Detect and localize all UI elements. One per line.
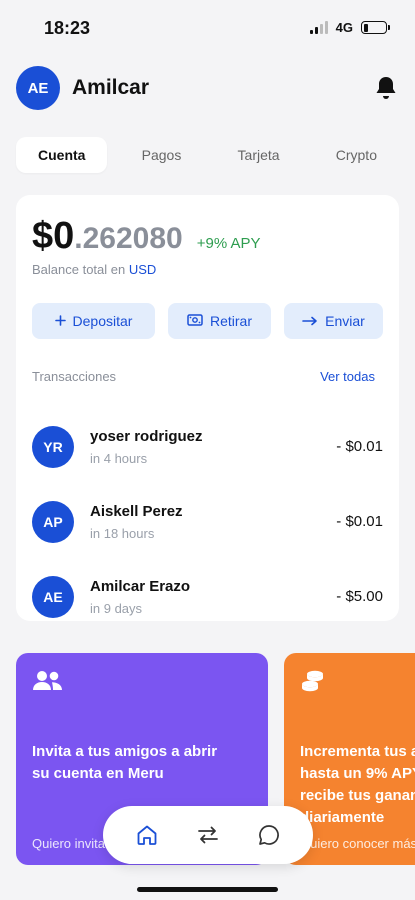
transaction-amount: - $0.01 <box>336 438 383 455</box>
chat-icon[interactable] <box>249 815 289 855</box>
promo-invite-line1: Invita a tus amigos a abrir <box>32 743 218 760</box>
signal-icon <box>309 21 328 34</box>
battery-icon <box>361 21 390 34</box>
transfer-icon[interactable] <box>188 815 228 855</box>
tab-pagos[interactable]: Pagos <box>120 137 204 173</box>
view-all-link[interactable]: Ver todas <box>320 369 375 384</box>
arrow-right-icon <box>302 313 318 329</box>
transactions-header: Transacciones Ver todas <box>32 369 375 384</box>
transaction-name: yoser rodriguez <box>90 427 203 445</box>
balance: $0 .262080 +9% APY <box>32 215 261 258</box>
home-icon[interactable] <box>127 815 167 855</box>
promo-savings-line2: hasta un 9% APY y <box>300 765 415 782</box>
status-time: 18:23 <box>44 18 91 38</box>
promo-savings-line3: recibe tus ganancias <box>300 787 415 804</box>
transaction-row[interactable]: AE Amilcar Erazo in 9 days - $5.00 <box>32 559 383 634</box>
currency-link[interactable]: USD <box>129 262 156 277</box>
balance-caption-text: Balance total en <box>32 262 126 277</box>
transaction-time: in 18 hours <box>90 525 155 541</box>
action-buttons: Depositar Retirar Enviar <box>32 303 383 339</box>
account-card: $0 .262080 +9% APY Balance total en USD … <box>16 195 399 621</box>
withdraw-label: Retirar <box>209 313 252 329</box>
cash-icon <box>187 313 203 329</box>
header: AE Amilcar <box>16 66 399 110</box>
bell-icon[interactable] <box>373 75 399 101</box>
plus-icon <box>54 313 66 329</box>
status-indicators: 4G <box>309 20 390 35</box>
transaction-avatar: AP <box>32 500 74 543</box>
transaction-avatar: AE <box>32 575 74 618</box>
coins-icon <box>300 669 326 700</box>
promo-savings-link[interactable]: Quiero conocer más <box>300 836 415 851</box>
avatar[interactable]: AE <box>16 66 60 110</box>
balance-integer: $0 <box>32 215 75 257</box>
promo-savings-line1: Incrementa tus ahorros <box>300 743 415 760</box>
transaction-row[interactable]: YR yoser rodriguez in 4 hours - $0.01 <box>32 409 383 484</box>
balance-decimals: .262080 <box>74 222 183 255</box>
apy-badge: +9% APY <box>196 235 261 252</box>
transaction-amount: - $5.00 <box>336 588 383 605</box>
transaction-avatar: YR <box>32 425 74 468</box>
username: Amilcar <box>72 76 150 99</box>
network-label: 4G <box>335 20 353 35</box>
transaction-name: Aiskell Perez <box>90 502 183 520</box>
transaction-info: yoser rodriguez in 4 hours <box>90 428 336 466</box>
deposit-label: Depositar <box>72 313 133 329</box>
tab-tarjeta[interactable]: Tarjeta <box>216 137 302 173</box>
bottom-nav <box>103 806 313 864</box>
transaction-info: Aiskell Perez in 18 hours <box>90 503 336 541</box>
transactions-list: YR yoser rodriguez in 4 hours - $0.01 AP… <box>32 409 383 634</box>
transaction-name: Amilcar Erazo <box>90 577 191 595</box>
transaction-time: in 4 hours <box>90 450 148 466</box>
tab-bar: Cuenta Pagos Tarjeta Crypto <box>16 136 399 174</box>
deposit-button[interactable]: Depositar <box>32 303 155 339</box>
send-button[interactable]: Enviar <box>284 303 383 339</box>
transactions-title: Transacciones <box>32 369 117 384</box>
send-label: Enviar <box>325 313 365 329</box>
transaction-row[interactable]: AP Aiskell Perez in 18 hours - $0.01 <box>32 484 383 559</box>
promo-invite-line2: su cuenta en Meru <box>32 765 164 782</box>
users-icon <box>32 669 64 698</box>
withdraw-button[interactable]: Retirar <box>168 303 271 339</box>
promo-savings-text: Incrementa tus ahorros hasta un 9% APY y… <box>300 741 415 829</box>
tab-cuenta[interactable]: Cuenta <box>16 137 108 173</box>
transaction-amount: - $0.01 <box>336 513 383 530</box>
transaction-time: in 9 days <box>90 600 143 616</box>
home-indicator <box>137 887 278 892</box>
transaction-info: Amilcar Erazo in 9 days <box>90 578 336 616</box>
tab-crypto[interactable]: Crypto <box>314 137 399 173</box>
balance-caption: Balance total en USD <box>32 262 156 277</box>
status-bar: 18:23 4G <box>0 0 415 54</box>
promo-savings-line4: diariamente <box>300 809 385 826</box>
promo-invite-link[interactable]: Quiero invitar <box>32 836 109 851</box>
promo-invite-text: Invita a tus amigos a abrir su cuenta en… <box>32 741 258 785</box>
